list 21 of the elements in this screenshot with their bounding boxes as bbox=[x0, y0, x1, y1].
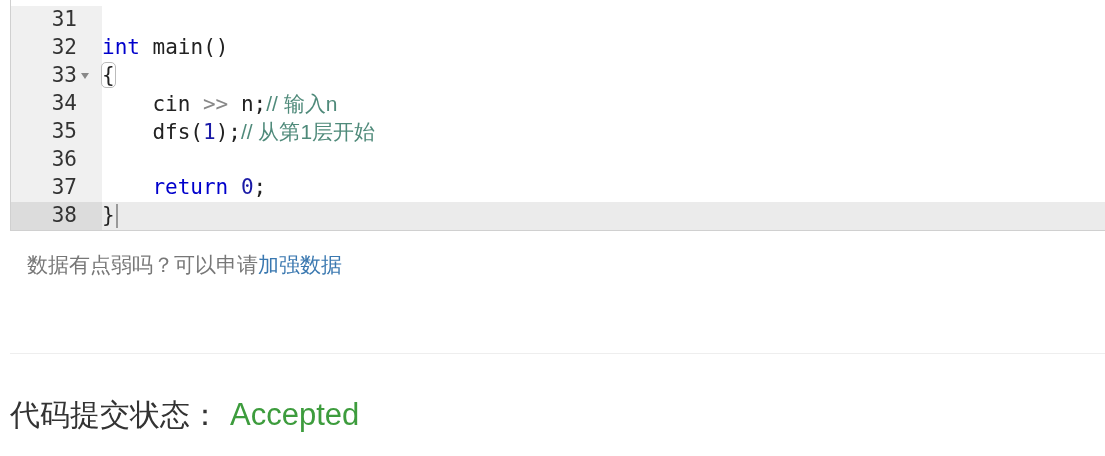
code-line: int main() bbox=[102, 34, 229, 62]
line-number: 34 bbox=[51, 90, 78, 118]
data-hint-text: 数据有点弱吗？可以申请加强数据 bbox=[27, 252, 343, 278]
line-number: 33 bbox=[51, 62, 78, 90]
text-cursor bbox=[115, 204, 118, 228]
status-value: Accepted bbox=[230, 395, 360, 434]
line-number: 31 bbox=[51, 6, 78, 34]
code-line: dfs(1);// 从第1层开始 bbox=[151, 118, 376, 146]
fold-caret-icon[interactable] bbox=[81, 73, 89, 79]
code-line: return 0; bbox=[151, 174, 267, 202]
line-number: 32 bbox=[51, 34, 78, 62]
code-line: cin >> n;// 输入n bbox=[151, 90, 338, 118]
line-number: 38 bbox=[51, 202, 78, 230]
code-editor[interactable]: 31 32 int main() 33 { 34 cin >> n;// 输入n 35 dfs(1);// 从第1层开始 36 37 return 0; 38 } bbox=[10, 0, 1105, 231]
code-line: { bbox=[102, 62, 115, 90]
code-line: } bbox=[102, 202, 115, 230]
status-label: 代码提交状态： bbox=[10, 397, 220, 434]
strengthen-data-link[interactable]: 加强数据 bbox=[258, 253, 342, 276]
line-number: 37 bbox=[51, 174, 78, 202]
line-number: 36 bbox=[51, 146, 78, 174]
line-number: 35 bbox=[51, 118, 78, 146]
